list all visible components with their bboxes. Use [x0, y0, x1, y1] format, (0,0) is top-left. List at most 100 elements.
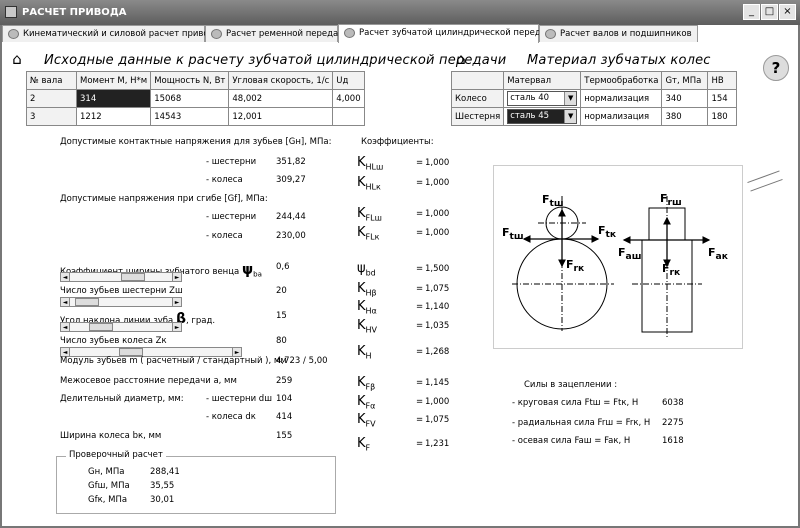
table-cell[interactable]: 12,001 — [228, 107, 334, 126]
chevron-down-icon[interactable]: ▼ — [564, 110, 577, 123]
table-cell[interactable]: нормализация — [580, 107, 663, 126]
column-header: Угловая скорость, 1/с — [228, 71, 334, 90]
helix-value: 15 — [276, 311, 287, 321]
tab-spur-gear[interactable]: Расчет зубчатой цилиндрической передачи — [338, 24, 556, 43]
slider-thumb[interactable] — [75, 298, 99, 306]
tab-shafts[interactable]: Расчет валов и подшипников — [539, 25, 698, 42]
input-heading: Исходные данные к расчету зубчатой цилин… — [44, 53, 507, 68]
coef-equals: = — [416, 158, 424, 168]
coef-subscript: Fβ — [365, 382, 376, 392]
chevron-down-icon[interactable]: ▼ — [564, 92, 577, 105]
app-icon — [5, 6, 17, 18]
folder-icon: ⌂ — [456, 50, 466, 68]
coef-equals: = — [416, 228, 424, 238]
coef-value: 1,231 — [425, 439, 450, 449]
material-select-gear[interactable]: сталь 45 ▼ — [503, 107, 582, 126]
teeth-gear-slider[interactable]: ◄ ► — [60, 297, 182, 307]
width-coef-slider[interactable]: ◄ ► — [60, 272, 182, 282]
force-label-ftsh-left: Ftш — [502, 226, 524, 243]
table-cell[interactable]: 340 — [661, 89, 709, 108]
arrow-right-icon[interactable]: ► — [172, 297, 182, 307]
force-label-frsh: Frш — [660, 192, 682, 209]
coef-value: 1,140 — [425, 302, 450, 312]
select-value: сталь 40 — [510, 93, 550, 103]
table-cell[interactable]: 15068 — [150, 89, 230, 108]
table-cell[interactable]: 14543 — [150, 107, 230, 126]
arrow-right-icon[interactable]: ► — [172, 272, 182, 282]
coef-symbol: K — [357, 299, 366, 314]
coef-equals: = — [416, 439, 424, 449]
table-cell[interactable]: 1212 — [75, 107, 152, 126]
table-cell[interactable]: 3 — [26, 107, 77, 126]
helix-slider[interactable]: ◄ ► — [60, 322, 182, 332]
column-header: Gт, МПа — [661, 71, 709, 90]
coef-symbol: K — [357, 318, 366, 333]
select-value: сталь 45 — [510, 111, 550, 121]
arrow-left-icon[interactable]: ◄ — [60, 322, 70, 332]
coefficient-row: KFV — [357, 412, 376, 429]
coef-value: 1,145 — [425, 378, 450, 388]
force-label-frk-side: Frк — [662, 262, 681, 279]
table-cell[interactable]: нормализация — [580, 89, 663, 108]
table-cell[interactable] — [332, 107, 365, 126]
coefficient-row: KHLк — [357, 175, 381, 192]
center-value: 259 — [276, 376, 293, 386]
coef-equals: = — [416, 209, 424, 219]
table-cell[interactable]: 48,002 — [228, 89, 334, 108]
table-cell[interactable]: 154 — [707, 89, 737, 108]
forces-title: Силы в зацеплении : — [524, 380, 618, 390]
gear-icon — [344, 28, 355, 38]
table-cell[interactable]: 2 — [26, 89, 77, 108]
close-button[interactable]: × — [779, 4, 796, 20]
column-header: Матервал — [503, 71, 582, 90]
pitch-label: Делительный диаметр, мм: — [60, 394, 184, 404]
module-value: 4,723 / 5,00 — [276, 356, 328, 366]
question-icon[interactable]: ? — [763, 55, 789, 81]
coef-subscript: HLш — [365, 162, 384, 172]
material-select-wheel[interactable]: сталь 40 ▼ — [503, 89, 582, 108]
coef-subscript: Hα — [365, 306, 377, 316]
table-cell[interactable]: 180 — [707, 107, 737, 126]
coef-equals: = — [416, 347, 424, 357]
coefficient-row: KHβ — [357, 281, 377, 298]
table-row: Колесо сталь 40 ▼ нормализация 340 154 — [450, 89, 737, 108]
slider-thumb[interactable] — [119, 348, 143, 356]
tab-label: Расчет валов и подшипников — [560, 29, 692, 39]
coefficient-row: KFβ — [357, 375, 375, 392]
force-label: - круговая сила Ftш = Ftк, Н — [512, 398, 639, 408]
tab-label: Расчет ременной передачи — [226, 29, 349, 39]
coef-symbol: K — [357, 412, 366, 427]
slider-thumb[interactable] — [121, 273, 145, 281]
force-value: 2275 — [662, 418, 684, 428]
coefficient-row: KFLш — [357, 206, 382, 223]
width-coef-value: 0,6 — [276, 262, 290, 272]
arrow-right-icon[interactable]: ► — [172, 322, 182, 332]
coef-subscript: F — [365, 443, 371, 453]
label: - шестерни — [206, 212, 257, 222]
coef-subscript: FLш — [365, 213, 382, 223]
tab-kinematic[interactable]: Кинематический и силовой расчет привода — [2, 25, 220, 42]
pulley-icon — [211, 29, 222, 39]
shaft-icon — [545, 29, 556, 39]
coef-symbol: K — [357, 375, 366, 390]
force-value: 1618 — [662, 436, 684, 446]
arrow-left-icon[interactable]: ◄ — [60, 297, 70, 307]
coef-subscript: FLк — [365, 232, 380, 242]
coef-equals: = — [416, 178, 424, 188]
table-cell[interactable]: 314 — [75, 89, 152, 108]
slider-thumb[interactable] — [89, 323, 113, 331]
tab-belt[interactable]: Расчет ременной передачи — [205, 25, 349, 42]
column-header — [450, 71, 505, 90]
table-cell[interactable]: 4,000 — [332, 89, 365, 108]
coefficient-row: KH — [357, 344, 372, 361]
arrow-left-icon[interactable]: ◄ — [60, 272, 70, 282]
minimize-button[interactable]: _ — [743, 4, 760, 20]
maximize-button[interactable]: □ — [761, 4, 778, 20]
coef-value: 1,268 — [425, 347, 450, 357]
coef-symbol: K — [357, 206, 366, 221]
table-row: 2 314 15068 48,002 4,000 — [26, 89, 365, 108]
value: 351,82 — [276, 157, 306, 167]
face-label: Ширина колеса bк, мм — [60, 431, 162, 441]
table-cell[interactable]: 380 — [661, 107, 709, 126]
label: - колеса — [206, 231, 243, 241]
